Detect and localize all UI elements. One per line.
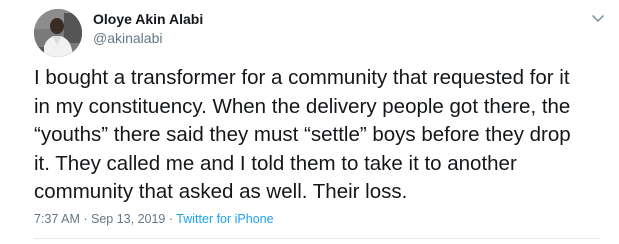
tweet-source-link[interactable]: Twitter for iPhone [176, 212, 273, 226]
tweet-text-line: I bought a transformer for a community t… [34, 66, 570, 89]
chevron-down-icon[interactable] [589, 9, 607, 27]
author-handle[interactable]: @akinalabi [93, 29, 162, 47]
divider [34, 238, 600, 239]
tweet-time[interactable]: 7:37 AM [34, 212, 80, 226]
tweet-text: I bought a transformer for a community t… [34, 64, 609, 207]
meta-separator: · [83, 212, 88, 226]
author-name[interactable]: Oloye Akin Alabi [93, 10, 203, 28]
tweet-text-line: in my constituency. When the delivery pe… [34, 94, 571, 118]
tweet-text-line: it. They called me and I told them to ta… [34, 151, 517, 175]
avatar-photo [34, 9, 82, 57]
tweet-text-line: community that asked as well. Their loss… [34, 180, 408, 204]
tweet-card: Oloye Akin Alabi @akinalabi I bought a t… [0, 0, 619, 244]
tweet-text-line: “youths” there said they must “settle” b… [34, 123, 571, 147]
avatar[interactable] [34, 9, 82, 57]
tweet-date[interactable]: Sep 13, 2019 [91, 212, 165, 226]
tweet-meta: 7:37 AM · Sep 13, 2019 · Twitter for iPh… [34, 211, 274, 227]
meta-separator: · [168, 212, 174, 226]
